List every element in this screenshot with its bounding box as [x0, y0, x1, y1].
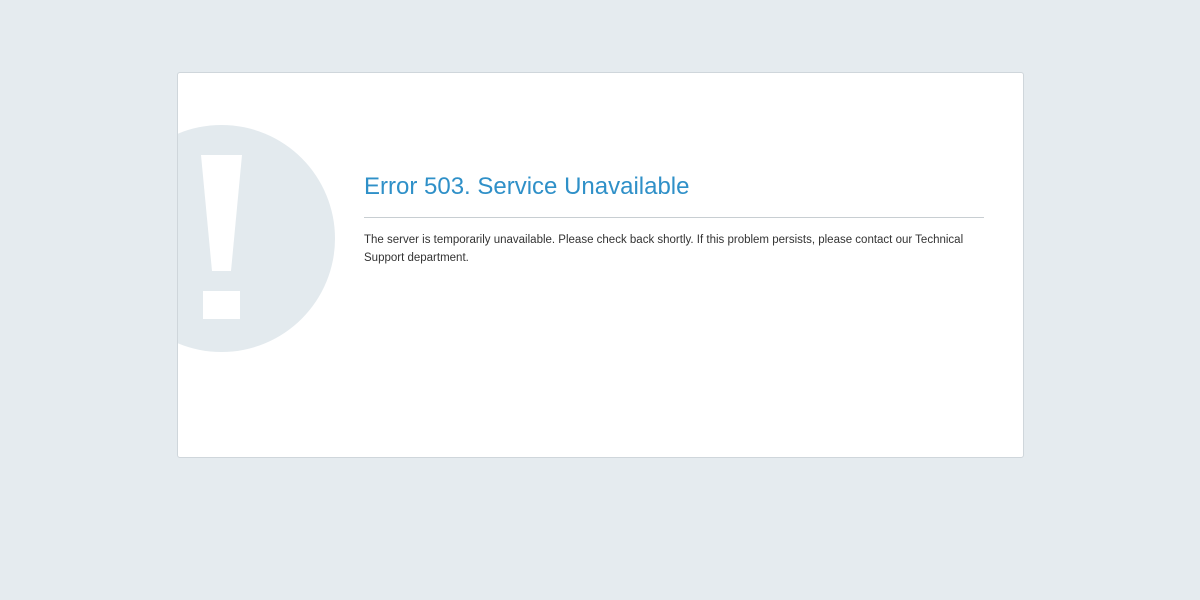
exclamation-icon [178, 125, 335, 352]
error-content: Error 503. Service Unavailable The serve… [364, 171, 984, 267]
error-message: The server is temporarily unavailable. P… [364, 234, 964, 264]
error-title: Error 503. Service Unavailable [364, 173, 690, 200]
divider [364, 217, 984, 218]
error-card: Error 503. Service Unavailable The serve… [177, 72, 1024, 458]
